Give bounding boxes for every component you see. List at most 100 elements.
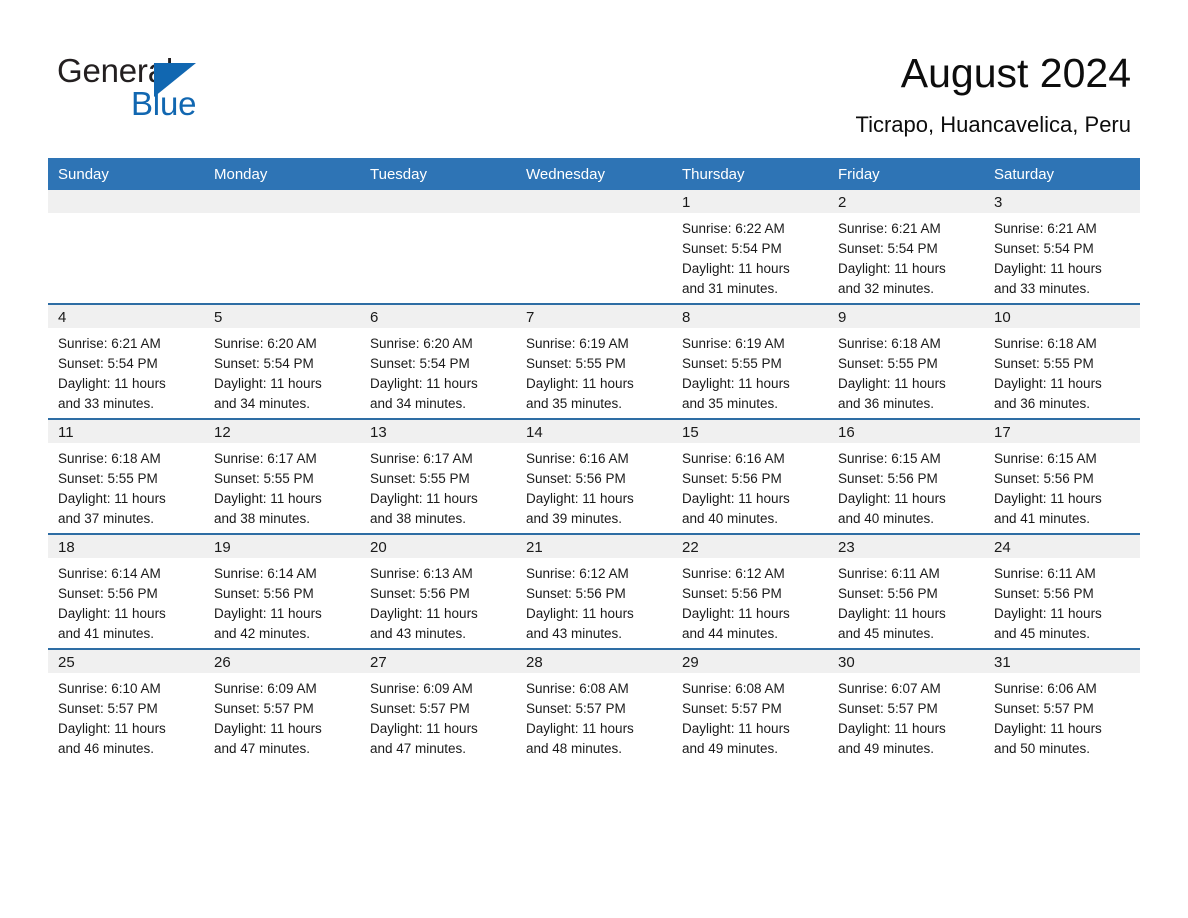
sunrise-time: Sunrise: 6:10 AM: [58, 681, 161, 696]
calendar-day-cell[interactable]: 21 Sunrise: 6:12 AM Sunset: 5:56 PM Dayligh…: [516, 533, 672, 649]
calendar-day-cell[interactable]: 14 Sunrise: 6:16 AM Sunset: 5:56 PM Dayligh…: [516, 418, 672, 534]
day-details: Sunrise: 6:18 AM Sunset: 5:55 PM Daylight:…: [48, 443, 204, 529]
calendar-day-cell[interactable]: 8 Sunrise: 6:19 AM Sunset: 5:55 PM Daylight…: [672, 303, 828, 419]
day-number: 7: [516, 305, 672, 328]
calendar-day-cell[interactable]: 4 Sunrise: 6:21 AM Sunset: 5:54 PM Daylight…: [48, 303, 204, 419]
sunset-time: Sunset: 5:54 PM: [682, 241, 782, 256]
sunrise-time: Sunrise: 6:22 AM: [682, 221, 785, 236]
sunrise-time: Sunrise: 6:12 AM: [682, 566, 785, 581]
sunset-time: Sunset: 5:57 PM: [994, 701, 1094, 716]
sunrise-time: Sunrise: 6:08 AM: [526, 681, 629, 696]
sunset-time: Sunset: 5:56 PM: [838, 471, 938, 486]
logo-text-blue: Blue: [131, 85, 197, 122]
daylight-duration-line2: and 34 minutes.: [214, 396, 311, 411]
calendar-week-row: 1 Sunrise: 6:22 AM Sunset: 5:54 PM Daylight…: [48, 190, 1140, 304]
day-number: 31: [984, 650, 1140, 673]
day-number: 18: [48, 535, 204, 558]
calendar-day-cell[interactable]: 27 Sunrise: 6:09 AM Sunset: 5:57 PM Dayligh…: [360, 648, 516, 763]
day-details: Sunrise: 6:13 AM Sunset: 5:56 PM Daylight:…: [360, 558, 516, 644]
daylight-duration-line2: and 41 minutes.: [58, 626, 155, 641]
sunset-time: Sunset: 5:55 PM: [526, 356, 626, 371]
calendar-day-cell[interactable]: 24 Sunrise: 6:11 AM Sunset: 5:56 PM Dayligh…: [984, 533, 1140, 649]
day-details: Sunrise: 6:09 AM Sunset: 5:57 PM Daylight:…: [360, 673, 516, 759]
sunset-time: Sunset: 5:57 PM: [58, 701, 158, 716]
calendar-day-cell[interactable]: 30 Sunrise: 6:07 AM Sunset: 5:57 PM Dayligh…: [828, 648, 984, 763]
sunrise-time: Sunrise: 6:09 AM: [214, 681, 317, 696]
calendar-day-cell[interactable]: 22 Sunrise: 6:12 AM Sunset: 5:56 PM Dayligh…: [672, 533, 828, 649]
calendar-day-cell[interactable]: 3 Sunrise: 6:21 AM Sunset: 5:54 PM Daylight…: [984, 190, 1140, 304]
daylight-duration-line2: and 33 minutes.: [58, 396, 155, 411]
day-details: Sunrise: 6:14 AM Sunset: 5:56 PM Daylight:…: [204, 558, 360, 644]
sunrise-time: Sunrise: 6:09 AM: [370, 681, 473, 696]
daylight-duration-line1: Daylight: 11 hours: [838, 606, 946, 621]
calendar-cell-empty: [204, 190, 360, 304]
calendar-day-cell[interactable]: 16 Sunrise: 6:15 AM Sunset: 5:56 PM Dayligh…: [828, 418, 984, 534]
day-details: Sunrise: 6:12 AM Sunset: 5:56 PM Daylight:…: [672, 558, 828, 644]
calendar-day-cell[interactable]: 20 Sunrise: 6:13 AM Sunset: 5:56 PM Dayligh…: [360, 533, 516, 649]
calendar-day-cell[interactable]: 10 Sunrise: 6:18 AM Sunset: 5:55 PM Dayligh…: [984, 303, 1140, 419]
day-number: 29: [672, 650, 828, 673]
calendar-day-cell[interactable]: 18 Sunrise: 6:14 AM Sunset: 5:56 PM Dayligh…: [48, 533, 204, 649]
calendar-day-cell[interactable]: 25 Sunrise: 6:10 AM Sunset: 5:57 PM Dayligh…: [48, 648, 204, 763]
title-block: August 2024 Ticrapo, Huancavelica, Peru: [855, 48, 1131, 140]
day-number: 4: [48, 305, 204, 328]
calendar-page: General Blue August 2024 Ticrapo, Huanca…: [0, 0, 1188, 918]
day-details: Sunrise: 6:06 AM Sunset: 5:57 PM Daylight:…: [984, 673, 1140, 759]
calendar-day-cell[interactable]: 12 Sunrise: 6:17 AM Sunset: 5:55 PM Dayligh…: [204, 418, 360, 534]
day-number: 25: [48, 650, 204, 673]
calendar-day-cell[interactable]: 6 Sunrise: 6:20 AM Sunset: 5:54 PM Daylight…: [360, 303, 516, 419]
daylight-duration-line1: Daylight: 11 hours: [58, 721, 166, 736]
calendar-day-cell[interactable]: 7 Sunrise: 6:19 AM Sunset: 5:55 PM Daylight…: [516, 303, 672, 419]
day-details: Sunrise: 6:14 AM Sunset: 5:56 PM Daylight:…: [48, 558, 204, 644]
day-number: 16: [828, 420, 984, 443]
daylight-duration-line1: Daylight: 11 hours: [682, 376, 790, 391]
daylight-duration-line2: and 46 minutes.: [58, 741, 155, 756]
sunrise-time: Sunrise: 6:14 AM: [58, 566, 161, 581]
day-number: 19: [204, 535, 360, 558]
daylight-duration-line2: and 37 minutes.: [58, 511, 155, 526]
calendar-week-row: 4 Sunrise: 6:21 AM Sunset: 5:54 PM Daylight…: [48, 303, 1140, 419]
calendar-day-cell[interactable]: 9 Sunrise: 6:18 AM Sunset: 5:55 PM Daylight…: [828, 303, 984, 419]
day-number: 24: [984, 535, 1140, 558]
calendar-day-cell[interactable]: 1 Sunrise: 6:22 AM Sunset: 5:54 PM Daylight…: [672, 190, 828, 304]
day-details: Sunrise: 6:11 AM Sunset: 5:56 PM Daylight:…: [828, 558, 984, 644]
daylight-duration-line1: Daylight: 11 hours: [58, 376, 166, 391]
calendar-day-cell[interactable]: 28 Sunrise: 6:08 AM Sunset: 5:57 PM Dayligh…: [516, 648, 672, 763]
daylight-duration-line2: and 38 minutes.: [214, 511, 311, 526]
sunrise-time: Sunrise: 6:21 AM: [838, 221, 941, 236]
calendar-day-cell[interactable]: 23 Sunrise: 6:11 AM Sunset: 5:56 PM Dayligh…: [828, 533, 984, 649]
day-details: Sunrise: 6:19 AM Sunset: 5:55 PM Daylight:…: [672, 328, 828, 414]
daylight-duration-line1: Daylight: 11 hours: [994, 721, 1102, 736]
sunset-time: Sunset: 5:54 PM: [370, 356, 470, 371]
sunset-time: Sunset: 5:56 PM: [370, 586, 470, 601]
sunset-time: Sunset: 5:56 PM: [682, 586, 782, 601]
calendar-day-cell[interactable]: 31 Sunrise: 6:06 AM Sunset: 5:57 PM Dayligh…: [984, 648, 1140, 763]
sunset-time: Sunset: 5:56 PM: [214, 586, 314, 601]
calendar-day-cell[interactable]: 11 Sunrise: 6:18 AM Sunset: 5:55 PM Dayligh…: [48, 418, 204, 534]
sunset-time: Sunset: 5:54 PM: [838, 241, 938, 256]
daylight-duration-line2: and 31 minutes.: [682, 281, 779, 296]
sunrise-time: Sunrise: 6:17 AM: [370, 451, 473, 466]
page-header: General Blue August 2024 Ticrapo, Huanca…: [0, 0, 1188, 150]
daylight-duration-line1: Daylight: 11 hours: [370, 606, 478, 621]
sunset-time: Sunset: 5:57 PM: [370, 701, 470, 716]
day-details: Sunrise: 6:08 AM Sunset: 5:57 PM Daylight:…: [516, 673, 672, 759]
daylight-duration-line1: Daylight: 11 hours: [994, 606, 1102, 621]
daylight-duration-line1: Daylight: 11 hours: [58, 491, 166, 506]
calendar-day-cell[interactable]: 13 Sunrise: 6:17 AM Sunset: 5:55 PM Dayligh…: [360, 418, 516, 534]
calendar-day-cell[interactable]: 26 Sunrise: 6:09 AM Sunset: 5:57 PM Dayligh…: [204, 648, 360, 763]
sunset-time: Sunset: 5:56 PM: [526, 586, 626, 601]
calendar-week-row: 18 Sunrise: 6:14 AM Sunset: 5:56 PM Dayligh…: [48, 533, 1140, 649]
day-details: Sunrise: 6:20 AM Sunset: 5:54 PM Daylight:…: [204, 328, 360, 414]
calendar-day-cell[interactable]: 19 Sunrise: 6:14 AM Sunset: 5:56 PM Dayligh…: [204, 533, 360, 649]
sunset-time: Sunset: 5:54 PM: [214, 356, 314, 371]
calendar-day-cell[interactable]: 5 Sunrise: 6:20 AM Sunset: 5:54 PM Daylight…: [204, 303, 360, 419]
daylight-duration-line1: Daylight: 11 hours: [370, 491, 478, 506]
day-number: 20: [360, 535, 516, 558]
sunrise-time: Sunrise: 6:17 AM: [214, 451, 317, 466]
calendar-day-cell[interactable]: 17 Sunrise: 6:15 AM Sunset: 5:56 PM Dayligh…: [984, 418, 1140, 534]
calendar-day-cell[interactable]: 29 Sunrise: 6:08 AM Sunset: 5:57 PM Dayligh…: [672, 648, 828, 763]
day-number: 26: [204, 650, 360, 673]
calendar-day-cell[interactable]: 15 Sunrise: 6:16 AM Sunset: 5:56 PM Dayligh…: [672, 418, 828, 534]
calendar-day-cell[interactable]: 2 Sunrise: 6:21 AM Sunset: 5:54 PM Daylight…: [828, 190, 984, 304]
